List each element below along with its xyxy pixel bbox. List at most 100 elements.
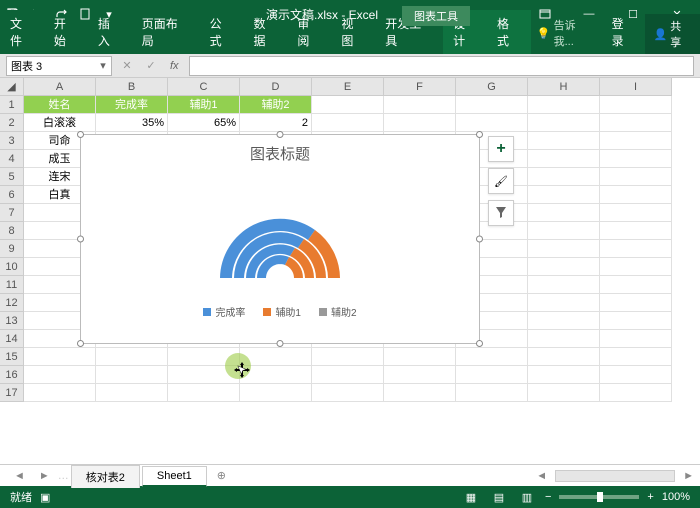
cell[interactable] <box>168 384 240 402</box>
col-header[interactable]: B <box>96 78 168 96</box>
tab-layout[interactable]: 页面布局 <box>132 10 200 54</box>
zoom-out-icon[interactable]: − <box>545 491 551 503</box>
cell[interactable] <box>24 366 96 384</box>
resize-handle[interactable] <box>277 131 284 138</box>
formula-input[interactable] <box>189 56 694 76</box>
cell[interactable] <box>528 240 600 258</box>
cell[interactable] <box>600 186 672 204</box>
col-header[interactable]: G <box>456 78 528 96</box>
cell[interactable] <box>528 384 600 402</box>
cell[interactable] <box>528 294 600 312</box>
cell[interactable] <box>528 96 600 114</box>
cell[interactable]: 辅助2 <box>240 96 312 114</box>
legend-item[interactable]: 完成率 <box>203 304 245 319</box>
sheet-tab[interactable]: 核对表2 <box>71 465 140 488</box>
legend-item[interactable]: 辅助1 <box>263 304 301 319</box>
cell[interactable]: 姓名 <box>24 96 96 114</box>
resize-handle[interactable] <box>77 236 84 243</box>
cell[interactable] <box>528 330 600 348</box>
tab-home[interactable]: 开始 <box>44 10 88 54</box>
col-header[interactable]: E <box>312 78 384 96</box>
cell[interactable]: 65% <box>168 114 240 132</box>
col-header[interactable]: I <box>600 78 672 96</box>
legend-item[interactable]: 辅助2 <box>319 304 357 319</box>
cell[interactable] <box>384 366 456 384</box>
name-box-dropdown-icon[interactable]: ▾ <box>95 59 111 72</box>
share-button[interactable]: 👤共享 <box>645 14 700 54</box>
resize-handle[interactable] <box>476 340 483 347</box>
cell[interactable]: 白滚滚 <box>24 114 96 132</box>
resize-handle[interactable] <box>476 236 483 243</box>
cell[interactable] <box>600 276 672 294</box>
cell[interactable] <box>600 168 672 186</box>
resize-handle[interactable] <box>476 131 483 138</box>
row-header[interactable]: 6 <box>0 186 24 204</box>
cell[interactable] <box>528 222 600 240</box>
chart-filters-button[interactable] <box>488 200 514 226</box>
tab-view[interactable]: 视图 <box>331 10 375 54</box>
cell[interactable]: 辅助1 <box>168 96 240 114</box>
fx-icon[interactable]: fx <box>166 60 183 72</box>
row-header[interactable]: 9 <box>0 240 24 258</box>
row-header[interactable]: 12 <box>0 294 24 312</box>
sheet-nav-prev-icon[interactable]: ◄ <box>8 470 31 482</box>
cell[interactable] <box>456 366 528 384</box>
resize-handle[interactable] <box>77 340 84 347</box>
col-header[interactable]: A <box>24 78 96 96</box>
col-header[interactable]: H <box>528 78 600 96</box>
cell[interactable] <box>528 114 600 132</box>
cell[interactable] <box>384 114 456 132</box>
resize-handle[interactable] <box>277 340 284 347</box>
row-header[interactable]: 4 <box>0 150 24 168</box>
cell[interactable] <box>456 348 528 366</box>
select-all-corner[interactable]: ◢ <box>0 78 24 96</box>
chart-object[interactable]: 图表标题 完成率 辅助1 辅助2 <box>80 134 480 344</box>
zoom-in-icon[interactable]: + <box>647 491 653 503</box>
cell[interactable] <box>600 348 672 366</box>
cell[interactable] <box>600 312 672 330</box>
cell[interactable] <box>528 348 600 366</box>
name-box[interactable]: ▾ <box>6 56 112 76</box>
row-header[interactable]: 10 <box>0 258 24 276</box>
row-header[interactable]: 11 <box>0 276 24 294</box>
tab-file[interactable]: 文件 <box>0 10 44 54</box>
scroll-right-icon[interactable]: ► <box>677 470 700 482</box>
chart-styles-button[interactable]: 🖌 <box>488 168 514 194</box>
cell[interactable]: 35% <box>96 114 168 132</box>
new-sheet-button[interactable]: ⊕ <box>209 469 234 482</box>
tell-me[interactable]: 💡告诉我... <box>531 12 602 54</box>
chart-title[interactable]: 图表标题 <box>81 135 479 168</box>
cell[interactable]: 完成率 <box>96 96 168 114</box>
cell[interactable] <box>528 258 600 276</box>
cell[interactable] <box>528 276 600 294</box>
col-header[interactable]: C <box>168 78 240 96</box>
cell[interactable] <box>96 348 168 366</box>
row-header[interactable]: 13 <box>0 312 24 330</box>
tab-formula[interactable]: 公式 <box>200 10 244 54</box>
row-header[interactable]: 7 <box>0 204 24 222</box>
cell[interactable]: 2 <box>240 114 312 132</box>
cell[interactable] <box>312 384 384 402</box>
cell[interactable] <box>600 330 672 348</box>
row-header[interactable]: 2 <box>0 114 24 132</box>
cell[interactable] <box>96 366 168 384</box>
row-header[interactable]: 3 <box>0 132 24 150</box>
cell[interactable] <box>456 384 528 402</box>
row-header[interactable]: 15 <box>0 348 24 366</box>
cell[interactable] <box>240 384 312 402</box>
sheet-tab-active[interactable]: Sheet1 <box>142 466 207 487</box>
cell[interactable] <box>384 348 456 366</box>
cell[interactable] <box>600 240 672 258</box>
cell[interactable] <box>528 168 600 186</box>
zoom-level[interactable]: 100% <box>662 491 690 503</box>
row-header[interactable]: 17 <box>0 384 24 402</box>
cell[interactable] <box>528 150 600 168</box>
cell[interactable] <box>96 384 168 402</box>
cell[interactable] <box>600 132 672 150</box>
sheet-nav-next-icon[interactable]: ► <box>33 470 56 482</box>
tab-review[interactable]: 审阅 <box>287 10 331 54</box>
tab-format[interactable]: 格式 <box>487 10 531 54</box>
row-header[interactable]: 14 <box>0 330 24 348</box>
macro-record-icon[interactable]: ▣ <box>40 491 50 504</box>
enter-icon[interactable]: ✓ <box>142 59 160 72</box>
